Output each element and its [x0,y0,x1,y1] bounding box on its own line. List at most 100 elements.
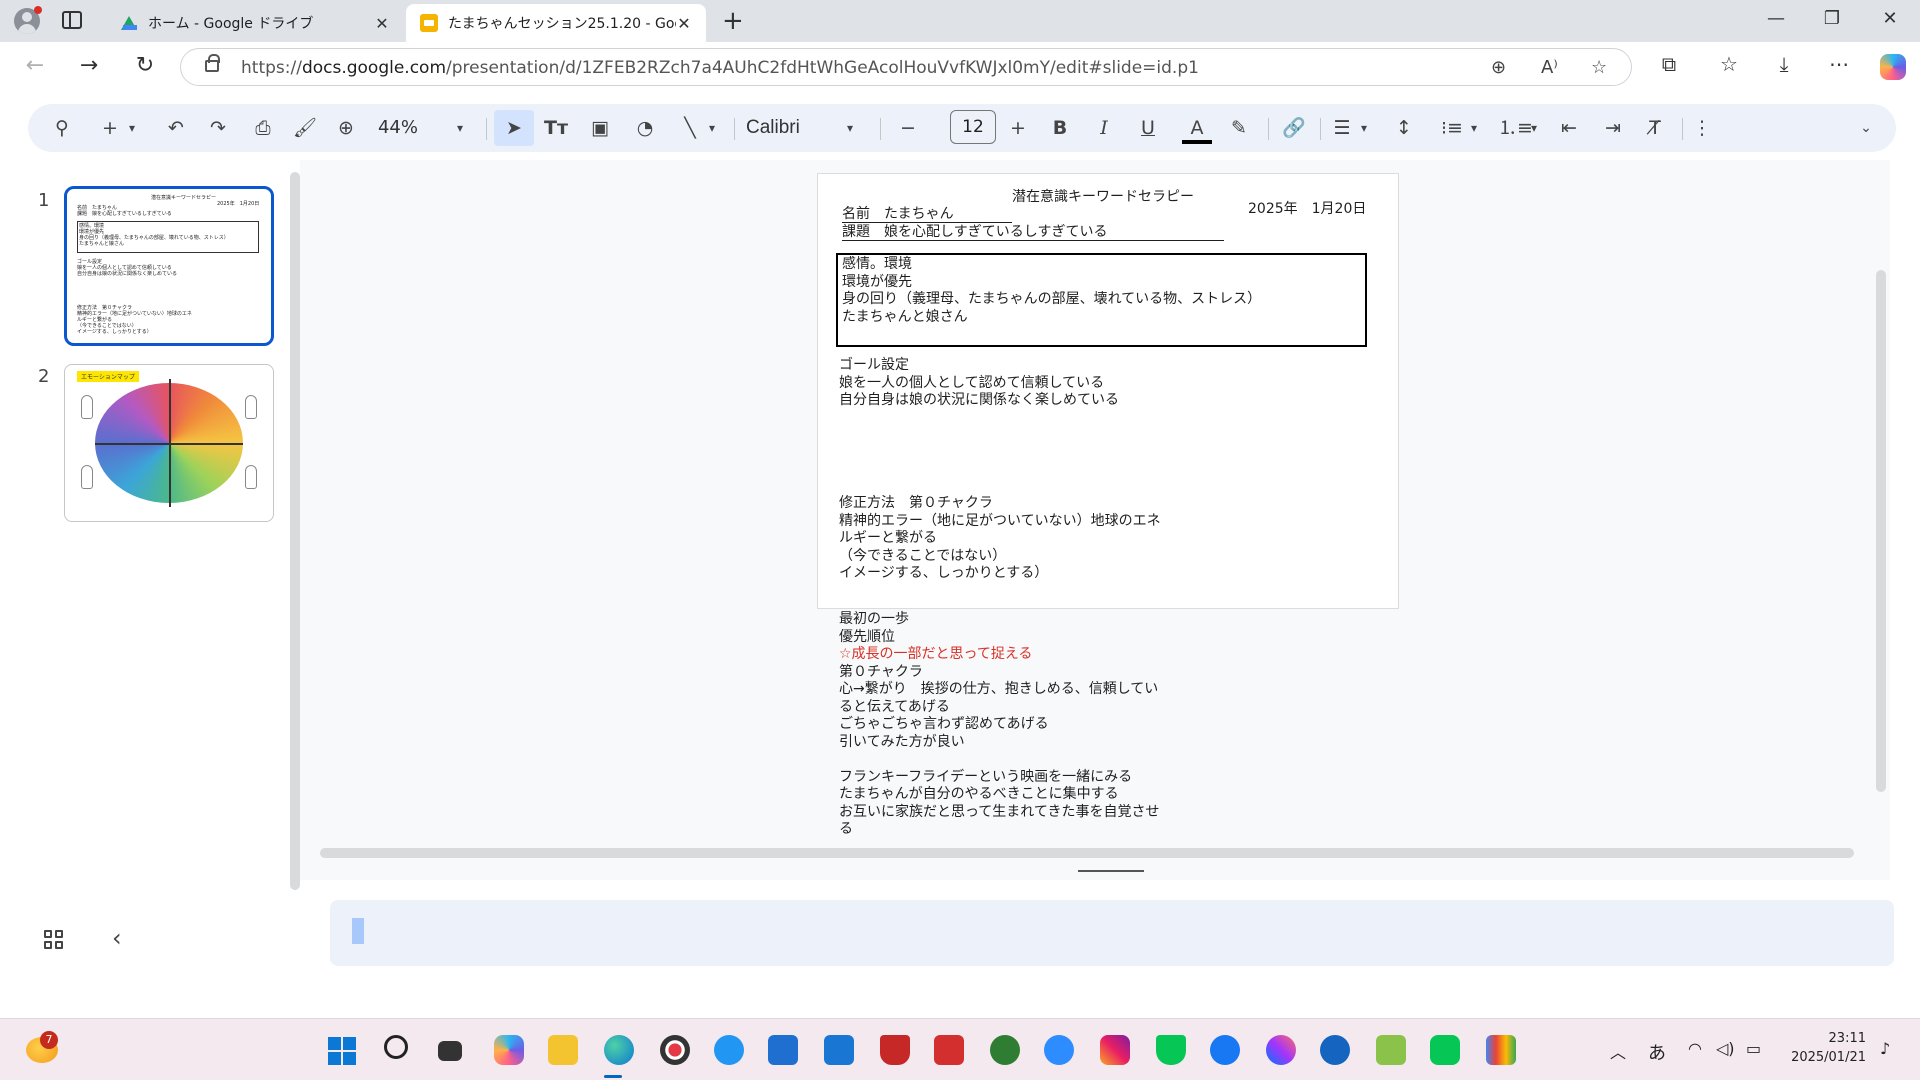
mail-app-icon[interactable] [934,1035,964,1065]
clear-formatting-icon[interactable]: T̸ [1642,116,1668,140]
speaker-notes[interactable] [330,900,1894,966]
insert-link-icon[interactable]: 🔗 [1280,116,1308,140]
slide-thumbnail-2[interactable]: エモーションマップ [64,364,274,522]
overflow-line[interactable]: フランキーフライデーという映画を一緒にみる [839,769,1132,787]
new-tab-button[interactable]: + [722,6,744,36]
bold-icon[interactable]: B [1048,116,1072,140]
bulleted-list-dropdown-icon[interactable]: ▾ [1466,116,1482,140]
notes-app-icon[interactable] [1376,1035,1406,1065]
undo-icon[interactable]: ↶ [164,116,188,140]
font-family-select[interactable]: Calibri [746,116,826,140]
more-menu-icon[interactable]: ⋯ [1825,52,1853,76]
messenger-icon[interactable] [1266,1035,1296,1065]
paint-format-icon[interactable]: 🖌 [292,116,318,140]
slide-title[interactable]: 潜在意識キーワードセラピー [1012,186,1194,206]
clipchamp-icon[interactable] [1320,1035,1350,1065]
shape-icon[interactable]: ◔ [632,116,658,140]
gmail-icon[interactable] [1486,1035,1516,1065]
show-hidden-icons-icon[interactable]: ︿ [1610,1039,1626,1063]
goal-line[interactable]: 自分自身は娘の状況に関係なく楽しめている [839,392,1119,410]
zoom-level[interactable]: 44% [374,116,422,140]
increase-font-size-icon[interactable]: + [1006,116,1030,140]
search-menus-icon[interactable]: ⚲ [50,116,74,140]
align-icon[interactable]: ☰ [1330,116,1354,140]
overflow-line[interactable]: 心→繋がり 挨拶の仕方、抱きしめる、信頼してい [839,681,1158,699]
zoom-app-icon[interactable] [1044,1035,1074,1065]
reload-button[interactable]: ↻ [132,54,158,78]
close-tab-icon[interactable]: ✕ [676,14,692,33]
method-line[interactable]: イメージする、しっかりとする） [839,565,1048,583]
insert-image-icon[interactable]: ▣ [588,116,612,140]
file-explorer-icon[interactable] [548,1035,578,1065]
tab-google-drive[interactable]: ホーム - Google ドライブ ✕ [106,4,404,42]
align-dropdown-icon[interactable]: ▾ [1356,116,1372,140]
filmstrip-scrollbar[interactable] [290,172,300,890]
line-spacing-icon[interactable]: ↕ [1392,116,1416,140]
decrease-indent-icon[interactable]: ⇤ [1556,116,1582,140]
zoom-dropdown-icon[interactable]: ▾ [452,116,468,140]
system-clock[interactable]: 23:11 2025/01/21 [1786,1029,1866,1067]
bulleted-list-icon[interactable]: ⁝≡ [1440,116,1464,140]
font-size-input[interactable]: 12 [950,110,996,144]
zoom-icon[interactable]: ⊕ [334,116,358,140]
overflow-line[interactable]: 優先順位 [839,629,895,647]
favorites-icon[interactable]: ☆ [1715,52,1743,76]
overflow-line[interactable]: ると伝えてあげる [839,699,950,717]
topic-line[interactable]: 課題 娘を心配しすぎているしすぎている [842,224,1107,242]
downloads-icon[interactable]: ⤓ [1770,52,1798,76]
print-icon[interactable]: ⎙ [250,116,276,140]
overflow-line[interactable]: 引いてみた方が良い [839,734,965,752]
font-dropdown-icon[interactable]: ▾ [842,116,858,140]
underline-icon[interactable]: U [1136,116,1160,140]
method-line[interactable]: （今できることではない） [839,548,1006,566]
name-line[interactable]: 名前 たまちゃん [842,206,954,224]
decrease-font-size-icon[interactable]: − [896,116,920,140]
select-cursor-icon[interactable]: ➤ [494,110,534,146]
copilot-icon[interactable] [1880,54,1906,80]
search-icon[interactable] [384,1035,408,1059]
battery-icon[interactable]: ▭ [1746,1039,1761,1058]
edge-browser-icon[interactable] [604,1035,634,1065]
goal-line[interactable]: ゴール設定 [839,357,909,375]
favorite-star-icon[interactable]: ☆ [1591,57,1607,78]
address-bar[interactable]: https://docs.google.com/presentation/d/1… [180,48,1632,86]
evernote-icon[interactable] [990,1035,1020,1065]
text-box-icon[interactable]: Tт [542,116,570,140]
overflow-line[interactable]: 最初の一歩 [839,611,909,629]
numbered-list-icon[interactable]: ⒈≡ [1498,116,1533,140]
overflow-line[interactable]: お互いに家族だと思って生まれてきた事を自覚させ [839,804,1159,822]
minimize-button[interactable]: — [1764,8,1788,29]
task-view-icon[interactable] [438,1041,462,1061]
text-color-icon[interactable]: A [1184,116,1210,140]
canvas-vertical-scrollbar[interactable] [1876,270,1886,792]
facebook-icon[interactable] [1210,1035,1240,1065]
new-slide-icon[interactable]: + [98,116,122,140]
italic-icon[interactable]: I [1092,116,1116,140]
notifications-icon[interactable]: ♪ [1880,1039,1890,1058]
numbered-list-dropdown-icon[interactable]: ▾ [1526,116,1542,140]
canvas-horizontal-scrollbar[interactable] [320,848,1854,858]
slide-date[interactable]: 2025年 1月20日 [1248,198,1366,218]
collapse-toolbar-icon[interactable]: ⌄ [1854,116,1878,140]
line-chat-icon[interactable] [1430,1035,1460,1065]
back-button[interactable]: ← [22,54,48,78]
close-tab-icon[interactable]: ✕ [374,14,390,33]
photos-app-icon[interactable] [660,1035,690,1065]
tab-google-slides[interactable]: たまちゃんセッション25.1.20 - Google ✕ [406,4,706,42]
more-options-icon[interactable]: ⋮ [1690,116,1714,140]
close-window-button[interactable]: ✕ [1878,8,1902,29]
goal-line[interactable]: 娘を一人の個人として認めて信頼している [839,375,1104,393]
overflow-line[interactable]: ごちゃごちゃ言わず認めてあげる [839,716,1049,734]
slide-thumbnail-1[interactable]: 潜在意識キーワードセラピー 2025年 1月20日 名前 たまちゃん 課題 娘を… [64,186,274,346]
copilot-app-icon[interactable] [494,1035,524,1065]
overflow-line[interactable]: たまちゃんが自分のやるべきことに集中する [839,786,1119,804]
restore-button[interactable]: ❐ [1820,8,1844,29]
instagram-icon[interactable] [1100,1035,1130,1065]
help-app-icon[interactable] [714,1035,744,1065]
microsoft-store-icon[interactable] [768,1035,798,1065]
overflow-line[interactable]: 第０チャクラ [839,664,923,682]
line-icon[interactable]: ╲ [678,116,702,140]
method-line[interactable]: 精神的エラー（地に足がついていない）地球のエネ [839,513,1161,531]
line-dropdown-icon[interactable]: ▾ [704,116,720,140]
volume-icon[interactable]: ◁) [1716,1039,1735,1058]
